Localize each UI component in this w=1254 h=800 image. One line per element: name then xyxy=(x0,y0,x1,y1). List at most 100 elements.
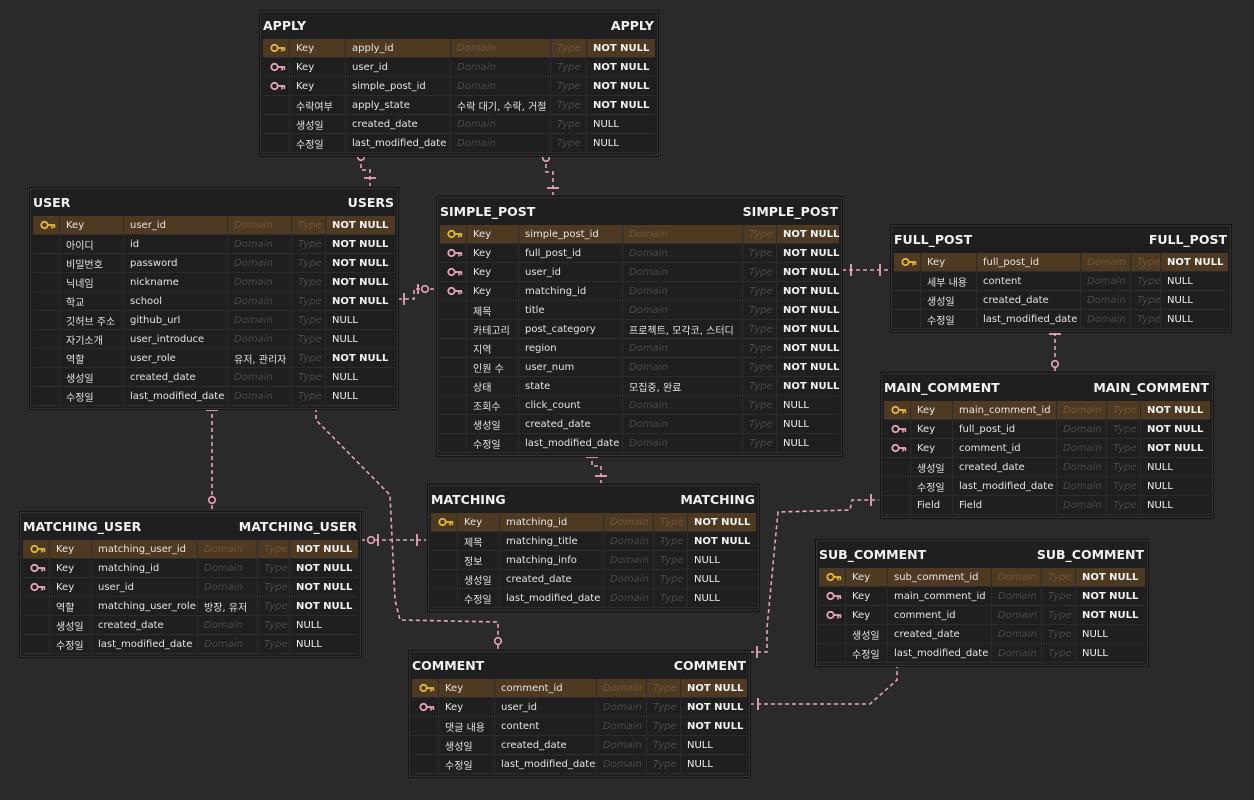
column-type: Type xyxy=(551,58,587,76)
attribute-row[interactable]: 댓글 내용 content Domain Type NOT NULL xyxy=(412,717,747,736)
relation-user-simple-post xyxy=(398,288,436,300)
attribute-row[interactable]: Key user_id Domain Type NOT NULL xyxy=(263,58,655,77)
attribute-row[interactable]: Key matching_id Domain Type NOT NULL xyxy=(440,282,839,301)
column-type: Type xyxy=(743,301,777,319)
key-icon-cell xyxy=(440,301,467,319)
attribute-row[interactable]: Key sub_comment_id Domain Type NOT NULL xyxy=(819,568,1145,587)
attribute-row[interactable]: 역할 user_role 유저, 관리자 Type NOT NULL xyxy=(33,349,395,368)
attribute-row[interactable]: 제목 title Domain Type NOT NULL xyxy=(440,301,839,320)
column-name: user_id xyxy=(346,58,451,76)
attribute-key: 수락여부 xyxy=(290,96,346,114)
attribute-row[interactable]: 생성일 created_date Domain Type NULL xyxy=(33,368,395,387)
attribute-row[interactable]: 수정일 last_modified_date Domain Type NULL xyxy=(412,755,747,774)
nullable-constraint: NULL xyxy=(1147,480,1173,492)
attribute-row[interactable]: 수정일 last_modified_date Domain Type NULL xyxy=(23,635,358,654)
attribute-row[interactable]: Key comment_id Domain Type NOT NULL xyxy=(819,606,1145,625)
attribute-row[interactable]: 수락여부 apply_state 수락 대기, 수락, 거절 Type NOT NULL xyxy=(263,96,655,115)
attribute-row[interactable]: Key full_post_id Domain Type NOT NULL xyxy=(440,244,839,263)
key-icon-cell xyxy=(819,587,846,605)
attribute-key: Key xyxy=(911,439,953,457)
attribute-row[interactable]: 인원 수 user_num Domain Type NOT NULL xyxy=(440,358,839,377)
attribute-key: 생성일 xyxy=(60,368,124,386)
entity-matching-user[interactable]: MATCHING_USER MATCHING_USER Key matching_u… xyxy=(19,511,362,658)
attribute-row[interactable]: 상태 state 모집중, 완료 Type NOT NULL xyxy=(440,377,839,396)
column-type: Type xyxy=(551,39,587,57)
attribute-row[interactable]: Key matching_id Domain Type NOT NULL xyxy=(431,513,756,532)
attribute-row[interactable]: 생성일 created_date Domain Type NULL xyxy=(894,291,1228,310)
attribute-row[interactable]: 자기소개 user_introduce Domain Type NULL xyxy=(33,330,395,349)
attribute-row[interactable]: Key matching_id Domain Type NOT NULL xyxy=(23,559,358,578)
attribute-row[interactable]: 닉네임 nickname Domain Type NOT NULL xyxy=(33,273,395,292)
attribute-row[interactable]: 학교 school Domain Type NOT NULL xyxy=(33,292,395,311)
attribute-row[interactable]: 아이디 id Domain Type NOT NULL xyxy=(33,235,395,254)
attribute-row[interactable]: Key main_comment_id Domain Type NOT NULL xyxy=(884,401,1210,420)
entity-simple-post[interactable]: SIMPLE_POST SIMPLE_POST Key simple_post_id… xyxy=(436,196,843,457)
attribute-row[interactable]: 생성일 created_date Domain Type NULL xyxy=(263,115,655,134)
attribute-row[interactable]: 세부 내용 content Domain Type NULL xyxy=(894,272,1228,291)
attribute-row[interactable]: 비밀번호 password Domain Type NOT NULL xyxy=(33,254,395,273)
key-icon-cell xyxy=(440,282,467,300)
column-domain: Domain xyxy=(1057,439,1107,457)
attribute-row[interactable]: Key user_id Domain Type NOT NULL xyxy=(412,698,747,717)
attribute-row[interactable]: Key matching_user_id Domain Type NOT NULL xyxy=(23,540,358,559)
attribute-row[interactable]: 깃허브 주소 github_url Domain Type NULL xyxy=(33,311,395,330)
attribute-row[interactable]: 지역 region Domain Type NOT NULL xyxy=(440,339,839,358)
attribute-row[interactable]: Key comment_id Domain Type NOT NULL xyxy=(884,439,1210,458)
entity-sub-comment[interactable]: SUB_COMMENT SUB_COMMENT Key sub_comment_id… xyxy=(815,539,1149,667)
key-icon-cell xyxy=(263,96,290,114)
table-name: APPLY xyxy=(610,17,654,33)
key-icon-cell xyxy=(884,420,911,438)
attribute-row[interactable]: Key main_comment_id Domain Type NOT NULL xyxy=(819,587,1145,606)
attribute-row[interactable]: Key user_id Domain Type NOT NULL xyxy=(440,263,839,282)
column-domain: Domain xyxy=(623,301,743,319)
foreign-key-icon xyxy=(446,248,463,258)
column-name: apply_state xyxy=(346,96,451,114)
key-icon-cell xyxy=(440,244,467,262)
attribute-row[interactable]: 수정일 last_modified_date Domain Type NULL xyxy=(431,589,756,608)
column-domain: Domain xyxy=(1081,272,1131,290)
entity-apply[interactable]: APPLY APPLY Key apply_id Domain Type NOT NULL… xyxy=(259,10,659,157)
entity-matching[interactable]: MATCHING MATCHING Key matching_id Domain Typ… xyxy=(427,484,760,612)
attribute-row[interactable]: 수정일 last_modified_date Domain Type NULL xyxy=(894,310,1228,329)
attribute-row[interactable]: Field Field Domain Type NULL xyxy=(884,496,1210,515)
attribute-row[interactable]: Key simple_post_id Domain Type NOT NULL xyxy=(440,225,839,244)
attribute-row[interactable]: 생성일 created_date Domain Type NULL xyxy=(412,736,747,755)
attribute-row[interactable]: 생성일 created_date Domain Type NULL xyxy=(884,458,1210,477)
attribute-row[interactable]: 수정일 last_modified_date Domain Type NULL xyxy=(263,134,655,153)
entity-user[interactable]: USER USERS Key user_id Domain Type NOT NULL 아이… xyxy=(29,187,399,410)
attribute-row[interactable]: 제목 matching_title Domain Type NOT NULL xyxy=(431,532,756,551)
attribute-row[interactable]: 생성일 created_date Domain Type NULL xyxy=(819,625,1145,644)
column-name: matching_info xyxy=(500,551,604,569)
attribute-row[interactable]: Key apply_id Domain Type NOT NULL xyxy=(263,39,655,58)
column-domain: 방장, 유저 xyxy=(198,597,258,615)
attribute-row[interactable]: 생성일 created_date Domain Type NULL xyxy=(440,415,839,434)
column-domain: Domain xyxy=(451,115,551,133)
entity-full-post[interactable]: FULL_POST FULL_POST Key full_post_id Domain… xyxy=(890,224,1232,333)
primary-key-icon xyxy=(418,683,435,693)
attribute-row[interactable]: 생성일 created_date Domain Type NULL xyxy=(23,616,358,635)
attribute-row[interactable]: 조회수 click_count Domain Type NULL xyxy=(440,396,839,415)
attribute-row[interactable]: Key comment_id Domain Type NOT NULL xyxy=(412,679,747,698)
column-type: Type xyxy=(654,570,688,588)
column-type: Type xyxy=(1131,272,1161,290)
entity-comment[interactable]: COMMENT COMMENT Key comment_id Domain Type NO… xyxy=(408,650,751,778)
attribute-row[interactable]: 수정일 last_modified_date Domain Type NULL xyxy=(440,434,839,453)
column-type: Type xyxy=(743,320,777,338)
attribute-row[interactable]: Key user_id Domain Type NOT NULL xyxy=(33,216,395,235)
attribute-row[interactable]: 카테고리 post_category 프로젝트, 모각코, 스터디 Type NOT N… xyxy=(440,320,839,339)
attribute-row[interactable]: 생성일 created_date Domain Type NULL xyxy=(431,570,756,589)
cardinality-optional-mark xyxy=(207,495,217,505)
attribute-row[interactable]: Key user_id Domain Type NOT NULL xyxy=(23,578,358,597)
attribute-row[interactable]: 수정일 last_modified_date Domain Type NULL xyxy=(884,477,1210,496)
attribute-key: 세부 내용 xyxy=(921,272,977,290)
attribute-row[interactable]: 수정일 last_modified_date Domain Type NULL xyxy=(33,387,395,406)
attribute-row[interactable]: 수정일 last_modified_date Domain Type NULL xyxy=(819,644,1145,663)
attribute-row[interactable]: Key full_post_id Domain Type NOT NULL xyxy=(884,420,1210,439)
column-name: comment_id xyxy=(953,439,1057,457)
attribute-row[interactable]: 정보 matching_info Domain Type NULL xyxy=(431,551,756,570)
attribute-row[interactable]: Key simple_post_id Domain Type NOT NULL xyxy=(263,77,655,96)
attribute-row[interactable]: Key full_post_id Domain Type NOT NULL xyxy=(894,253,1228,272)
column-domain: Domain xyxy=(597,679,647,697)
entity-main-comment[interactable]: MAIN_COMMENT MAIN_COMMENT Key main_comment… xyxy=(880,372,1214,519)
attribute-row[interactable]: 역할 matching_user_role 방장, 유저 Type NOT NULL xyxy=(23,597,358,616)
